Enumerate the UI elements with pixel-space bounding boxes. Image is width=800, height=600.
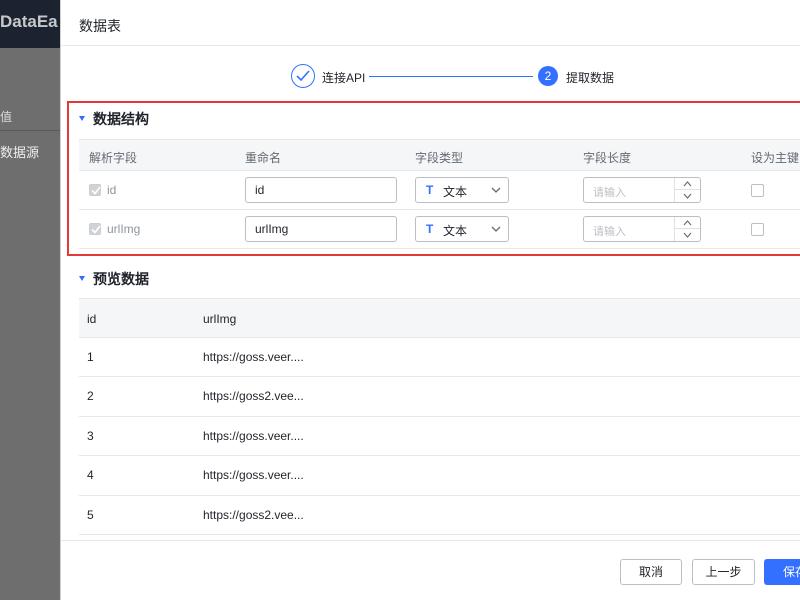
cell-id: 1: [87, 350, 94, 364]
sidebar-divider: [0, 130, 60, 131]
highlight-box: [67, 101, 800, 256]
cell-url: https://goss2.vee...: [203, 507, 304, 522]
sidebar-item-datasource: 数据源: [0, 145, 40, 160]
cell-url: https://goss.veer....: [203, 468, 304, 483]
step-connector: [369, 76, 533, 77]
table-row: 5 https://goss2.vee...: [79, 496, 800, 535]
check-icon: [296, 70, 310, 82]
cancel-button[interactable]: 取消: [620, 559, 682, 585]
cell-url: https://goss.veer....: [203, 428, 304, 443]
stepper: 连接API 2 提取数据: [291, 64, 691, 90]
table-row: 4 https://goss.veer....: [79, 456, 800, 496]
drawer-footer: 取消 上一步 保存: [61, 540, 800, 600]
preview-section-toggle[interactable]: 预览数据: [79, 269, 149, 289]
cell-id: 3: [87, 428, 94, 443]
save-button[interactable]: 保存: [764, 559, 800, 585]
col-urlimg: urlImg: [203, 312, 237, 326]
table-row: 2 https://goss2.vee...: [79, 377, 800, 417]
caret-down-icon: [79, 275, 85, 281]
previous-step-button[interactable]: 上一步: [692, 559, 755, 585]
sidebar-item-1: 值: [0, 110, 13, 124]
preview-heading: 预览数据: [93, 271, 149, 287]
cell-id: 5: [87, 507, 94, 522]
dataset-drawer: 数据表 连接API 2 提取数据 数据结构 解析字段 重命名 字段类型 字段长度…: [60, 0, 800, 600]
step-2-label: 提取数据: [566, 71, 615, 85]
preview-table-header: id urlImg: [79, 298, 800, 338]
app-sidebar: 值 数据源: [0, 48, 60, 600]
step-2-circle: 2: [538, 66, 558, 86]
cell-url: https://goss2.vee...: [203, 389, 304, 404]
cell-id: 2: [87, 389, 94, 404]
drawer-title: 数据表: [79, 18, 121, 34]
app-logo: DataEa: [0, 12, 58, 31]
table-row: 1 https://goss.veer....: [79, 338, 800, 378]
drawer-header: 数据表: [61, 0, 800, 46]
step-1-label: 连接API: [322, 71, 366, 85]
cell-url: https://goss.veer....: [203, 350, 304, 364]
table-row: 3 https://goss.veer....: [79, 417, 800, 457]
preview-table: id urlImg 1 https://goss.veer.... 2 http…: [79, 298, 800, 535]
cell-id: 4: [87, 468, 94, 483]
col-id: id: [87, 312, 97, 326]
step-1-done-circle: [291, 64, 315, 88]
